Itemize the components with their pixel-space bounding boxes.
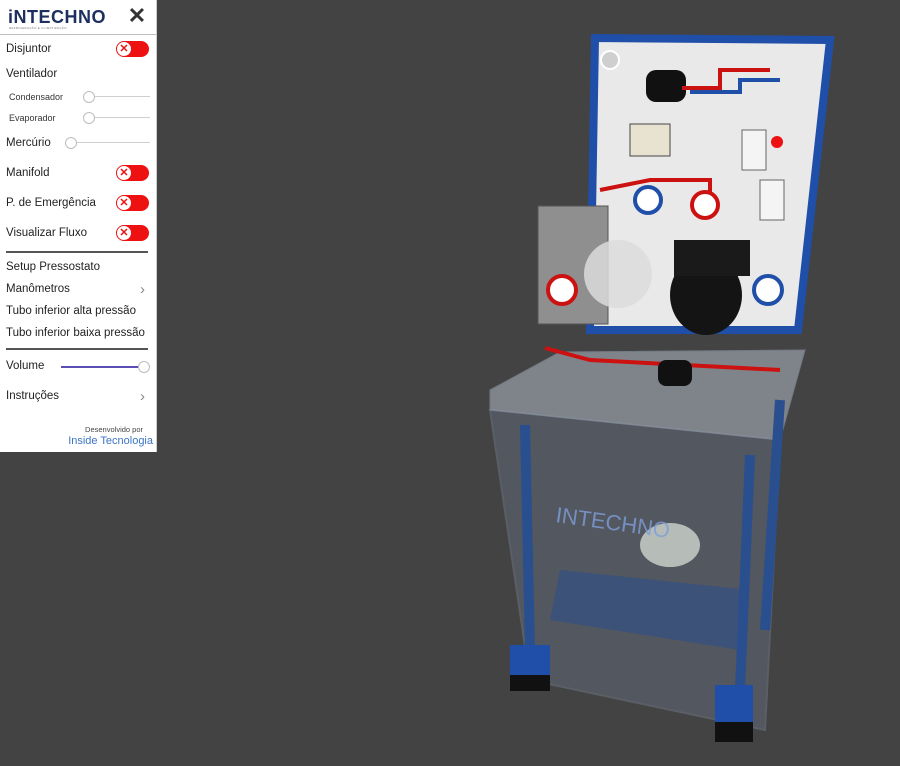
emergencia-toggle[interactable]: ✕ <box>116 195 149 211</box>
ventilador-label: Ventilador <box>6 68 58 80</box>
disjuntor-row: Disjuntor ✕ <box>0 40 156 60</box>
toggle-off-icon: ✕ <box>117 196 131 210</box>
chevron-right-icon: › <box>140 388 145 405</box>
instrucoes-label: Instruções <box>6 390 60 402</box>
tubo-baixa-label: Tubo inferior baixa pressão <box>6 327 145 339</box>
tubo-alta-label: Tubo inferior alta pressão <box>6 305 136 317</box>
pressure-gauge[interactable] <box>690 190 720 220</box>
evaporador-label: Evaporador <box>9 113 56 123</box>
breaker <box>759 179 785 221</box>
thermostat-box <box>629 123 671 157</box>
pressure-gauge[interactable] <box>546 274 578 306</box>
manometros-label: Manômetros <box>6 283 70 295</box>
setup-pressostato-label: Setup Pressostato <box>6 261 100 273</box>
breaker <box>741 129 767 171</box>
toggle-off-icon: ✕ <box>117 42 131 56</box>
accumulator <box>658 360 692 386</box>
mercurio-slider[interactable] <box>65 137 150 149</box>
evaporador-row: Evaporador <box>0 110 156 126</box>
emergencia-row: P. de Emergência ✕ <box>0 194 156 214</box>
slider-thumb[interactable] <box>83 112 95 124</box>
instrucoes-item[interactable]: Instruções › <box>0 388 156 406</box>
setup-pressostato-item[interactable]: Setup Pressostato <box>0 259 156 277</box>
pressure-gauge[interactable] <box>752 274 784 306</box>
tubo-baixa-item[interactable]: Tubo inferior baixa pressão <box>0 325 156 343</box>
condensador-slider[interactable] <box>83 91 150 103</box>
manifold-label: Manifold <box>6 167 50 179</box>
compressor-housing <box>674 240 750 276</box>
condensador-label: Condensador <box>9 92 64 102</box>
tubo-alta-item[interactable]: Tubo inferior alta pressão <box>0 303 156 321</box>
slider-thumb[interactable] <box>83 91 95 103</box>
disjuntor-toggle[interactable]: ✕ <box>116 41 149 57</box>
chevron-right-icon: › <box>140 281 145 298</box>
refrigeration-bench-3d-view[interactable]: INTECHNO <box>450 30 840 755</box>
toggle-off-icon: ✕ <box>117 166 131 180</box>
menu-header: iNTECHNO REFRIGERAÇÃO E CLIMATIZAÇÃO ✕ <box>0 0 156 35</box>
slider-thumb[interactable] <box>65 137 77 149</box>
ventilador-row: Ventilador <box>0 66 156 84</box>
fan-motor <box>646 70 686 102</box>
panel-light <box>600 50 620 70</box>
wheel <box>715 722 753 742</box>
credits-link[interactable]: Inside Tecnologia <box>0 435 153 447</box>
emergencia-label: P. de Emergência <box>6 197 96 209</box>
fluxo-toggle[interactable]: ✕ <box>116 225 149 241</box>
slider-thumb[interactable] <box>138 361 150 373</box>
toggle-off-icon: ✕ <box>117 226 131 240</box>
disjuntor-label: Disjuntor <box>6 43 52 55</box>
wheel <box>510 675 550 691</box>
manifold-row: Manifold ✕ <box>0 164 156 184</box>
credits-caption: Desenvolvido por <box>85 425 143 434</box>
intechno-logo: iNTECHNO <box>8 7 106 27</box>
mercurio-row: Mercúrio <box>0 135 156 151</box>
fluxo-label: Visualizar Fluxo <box>6 227 87 239</box>
frame-leg <box>520 424 535 651</box>
volume-row: Volume <box>0 358 156 376</box>
condensador-row: Condensador <box>0 89 156 105</box>
manifold-toggle[interactable]: ✕ <box>116 165 149 181</box>
manometros-item[interactable]: Manômetros › <box>0 281 156 299</box>
close-icon[interactable]: ✕ <box>126 4 148 28</box>
separator <box>6 251 148 253</box>
pressure-gauge[interactable] <box>633 185 663 215</box>
fluxo-row: Visualizar Fluxo ✕ <box>0 224 156 244</box>
fan-blades <box>584 240 652 308</box>
evaporador-slider[interactable] <box>83 112 150 124</box>
logo-subtitle: REFRIGERAÇÃO E CLIMATIZAÇÃO <box>9 26 67 30</box>
emergency-button[interactable] <box>771 136 783 148</box>
side-menu: iNTECHNO REFRIGERAÇÃO E CLIMATIZAÇÃO ✕ D… <box>0 0 156 452</box>
volume-label: Volume <box>6 360 45 372</box>
volume-slider[interactable] <box>61 361 150 373</box>
mercurio-label: Mercúrio <box>6 137 51 149</box>
separator <box>6 348 148 350</box>
